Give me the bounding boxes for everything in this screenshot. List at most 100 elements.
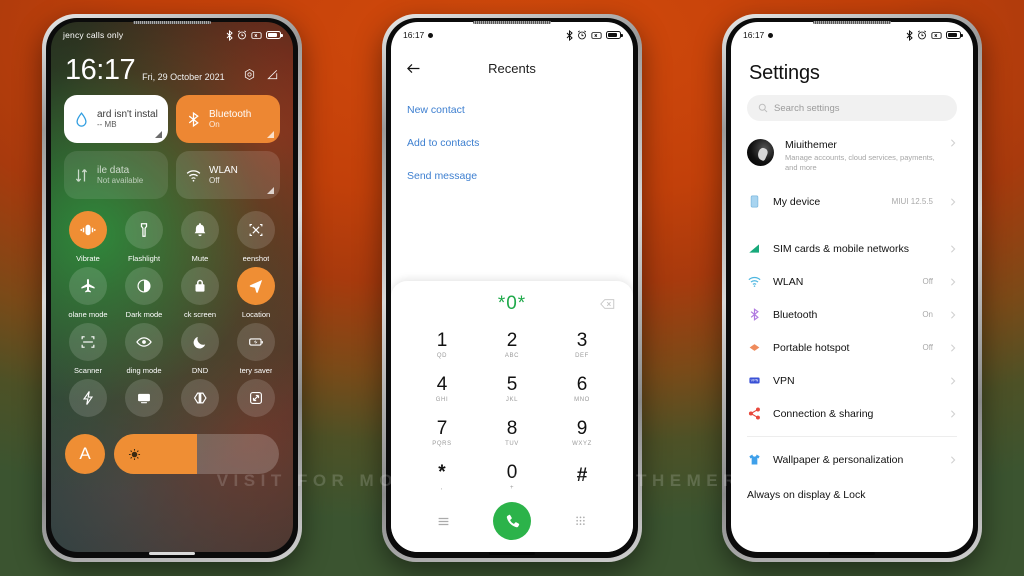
- keypad-grid-icon[interactable]: [573, 514, 588, 529]
- tile-title: ile data: [97, 165, 130, 176]
- toggle-reading-mode[interactable]: ding mode: [117, 323, 171, 375]
- chevron-right-icon: [951, 377, 956, 385]
- tile-mobile-data[interactable]: ile data Not available: [64, 151, 168, 199]
- settings-list[interactable]: Miuithemer Manage accounts, cloud servic…: [731, 133, 973, 552]
- chevron-right-icon: [951, 245, 956, 253]
- key-digit: 8: [506, 418, 518, 440]
- tile-expand-corner[interactable]: [155, 131, 162, 138]
- settings-row-wlan[interactable]: WLAN Off: [731, 265, 973, 298]
- data-arrows-icon: [75, 168, 88, 182]
- keypad-sheet: *0* 1 QD 2 ABC 3 DEF 4 GHI 5 JKL 6 MNO 7 PQRS 8…: [391, 281, 633, 552]
- key-digit: 5: [506, 374, 518, 396]
- key-hash[interactable]: #: [547, 456, 617, 498]
- phone1-bezel: jency calls only 16:17 Fri, 29 October 2…: [46, 18, 298, 558]
- toggle-lightning[interactable]: [61, 379, 115, 422]
- key-6[interactable]: 6 MNO: [547, 368, 617, 410]
- tile-expand-corner[interactable]: [267, 187, 274, 194]
- toggle-bg: [237, 267, 275, 305]
- tile-storage[interactable]: ard isn't instal -- MB: [64, 95, 168, 143]
- settings-row-wallpaper-personalization[interactable]: Wallpaper & personalization: [731, 443, 973, 476]
- toggle-lock-screen[interactable]: ck screen: [173, 267, 227, 319]
- settings-row-always-on-display[interactable]: Always on display & Lock: [731, 476, 973, 510]
- home-indicator[interactable]: [489, 551, 535, 555]
- toggle-dnd[interactable]: DND: [173, 323, 227, 375]
- alarm-icon: [917, 30, 927, 40]
- toggle-cast[interactable]: [117, 379, 171, 422]
- settings-row-vpn[interactable]: VPN VPN: [731, 364, 973, 397]
- key-letters: +: [509, 484, 515, 491]
- toggle-flashlight[interactable]: Flashlight: [117, 211, 171, 263]
- location-arrow-icon: [249, 280, 263, 293]
- link-send-message[interactable]: Send message: [407, 170, 617, 182]
- row-value: Off: [922, 343, 933, 353]
- settings-row-account[interactable]: Miuithemer Manage accounts, cloud servic…: [731, 133, 973, 185]
- row-value: Off: [922, 277, 933, 287]
- tile-bluetooth[interactable]: Bluetooth On: [176, 95, 280, 143]
- earpiece-speaker: [813, 21, 891, 24]
- key-1[interactable]: 1 QD: [407, 324, 477, 366]
- key-star[interactable]: *,: [407, 456, 477, 498]
- key-digit: 1: [436, 330, 448, 352]
- toggle-mute[interactable]: Mute: [173, 211, 227, 263]
- toggle-vibrate[interactable]: Vibrate: [61, 211, 115, 263]
- toggle-battery-saver[interactable]: tery saver: [229, 323, 283, 375]
- key-letters: WXYZ: [572, 440, 592, 447]
- toggle-airplane-mode[interactable]: olane mode: [61, 267, 115, 319]
- auto-brightness-button[interactable]: A: [65, 434, 105, 474]
- toggle-scanner[interactable]: Scanner: [61, 323, 115, 375]
- key-7[interactable]: 7 PQRS: [407, 412, 477, 454]
- home-indicator[interactable]: [149, 551, 195, 555]
- clock-date: Fri, 29 October 2021: [142, 72, 225, 82]
- row-label-wrap: Connection & sharing: [773, 408, 922, 420]
- key-digit: 9: [576, 418, 588, 440]
- call-button[interactable]: [493, 502, 531, 540]
- link-add-to-contacts[interactable]: Add to contacts: [407, 137, 617, 149]
- row-label: Connection & sharing: [773, 407, 874, 420]
- settings-gear-icon[interactable]: [243, 68, 256, 81]
- sun-icon: [128, 448, 141, 460]
- settings-row-connection-sharing[interactable]: Connection & sharing: [731, 397, 973, 430]
- key-0[interactable]: 0 +: [477, 456, 547, 498]
- settings-row-portable-hotspot[interactable]: Portable hotspot Off: [731, 331, 973, 364]
- toggle-dark-mode[interactable]: Dark mode: [117, 267, 171, 319]
- row-label-wrap: VPN: [773, 375, 922, 387]
- toggle-ultra-battery[interactable]: [173, 379, 227, 422]
- row-label: VPN: [773, 374, 795, 387]
- phone-dialer: 16:17 Recents New contact Add to contact…: [382, 14, 642, 562]
- settings-row-my-device[interactable]: My device MIUI 12.5.5: [731, 185, 973, 218]
- carrier-label: jency calls only: [63, 30, 124, 40]
- toggle-label: ck screen: [183, 310, 217, 319]
- settings-row-sim-cards[interactable]: SIM cards & mobile networks: [731, 232, 973, 265]
- backspace-icon[interactable]: [600, 298, 615, 310]
- key-2[interactable]: 2 ABC: [477, 324, 547, 366]
- scan-frame-icon: [81, 336, 95, 348]
- settings-row-bluetooth[interactable]: Bluetooth On: [731, 298, 973, 331]
- key-8[interactable]: 8 TUV: [477, 412, 547, 454]
- home-indicator[interactable]: [829, 551, 875, 555]
- phone-settings: 16:17 Settings Search settings Miuitheme…: [722, 14, 982, 562]
- list-icon[interactable]: [436, 514, 451, 529]
- toggle-location[interactable]: Location: [229, 267, 283, 319]
- row-label-wrap: Portable hotspot: [773, 342, 911, 354]
- key-5[interactable]: 5 JKL: [477, 368, 547, 410]
- back-arrow-icon[interactable]: [405, 60, 422, 77]
- tile-expand-corner[interactable]: [267, 131, 274, 138]
- phone2-screen: 16:17 Recents New contact Add to contact…: [391, 22, 633, 552]
- toggle-screenshot[interactable]: eenshot: [229, 211, 283, 263]
- tile-wlan[interactable]: WLAN Off: [176, 151, 280, 199]
- toggle-rotate-screen[interactable]: [229, 379, 283, 422]
- search-settings-input[interactable]: Search settings: [747, 95, 957, 121]
- toggle-label: Vibrate: [76, 254, 100, 263]
- brightness-row: A: [51, 422, 293, 474]
- brightness-slider[interactable]: [114, 434, 279, 474]
- key-4[interactable]: 4 GHI: [407, 368, 477, 410]
- dial-display[interactable]: *0*: [391, 287, 633, 321]
- key-9[interactable]: 9 WXYZ: [547, 412, 617, 454]
- link-new-contact[interactable]: New contact: [407, 104, 617, 116]
- edit-icon[interactable]: [266, 68, 279, 81]
- bluetooth-icon: [226, 29, 233, 41]
- toggle-bg: [69, 267, 107, 305]
- key-letters: ABC: [504, 352, 520, 359]
- key-3[interactable]: 3 DEF: [547, 324, 617, 366]
